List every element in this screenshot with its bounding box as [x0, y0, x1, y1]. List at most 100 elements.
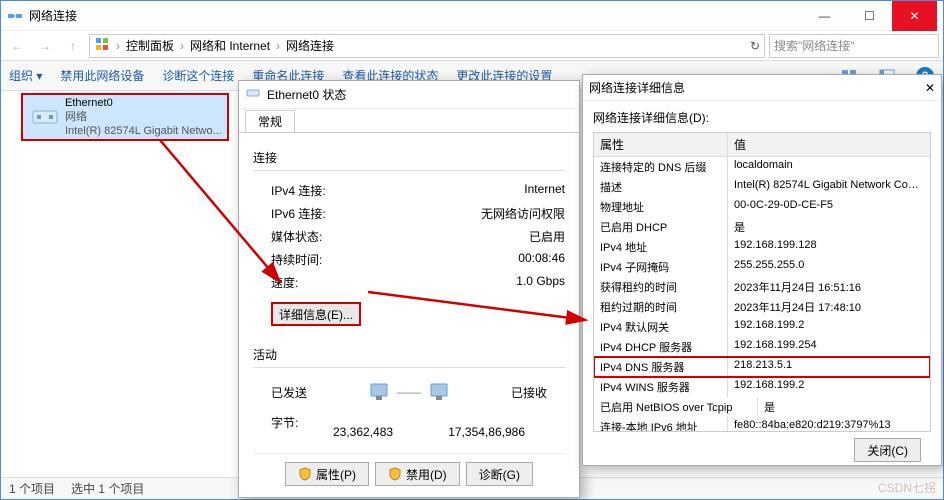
- col-property[interactable]: 属性: [594, 133, 728, 156]
- breadcrumb-cp[interactable]: 控制面板: [126, 37, 174, 54]
- refresh-icon[interactable]: ↻: [750, 39, 760, 53]
- prop-value: 2023年11月24日 17:48:10: [728, 297, 930, 317]
- disable-button[interactable]: 禁用(D): [375, 462, 460, 486]
- prop-key: 已启用 NetBIOS over Tcpip: [594, 397, 758, 417]
- table-row[interactable]: IPv4 默认网关192.168.199.2: [594, 317, 930, 337]
- table-row[interactable]: 连接特定的 DNS 后缀localdomain: [594, 157, 930, 177]
- prop-key: 物理地址: [594, 197, 728, 217]
- status-value: 00:08:46: [518, 251, 565, 268]
- status-count: 1 个项目: [9, 480, 55, 497]
- details-close-btn[interactable]: 关闭(C): [854, 438, 921, 462]
- adapter-icon: [25, 97, 65, 137]
- bytes-sent: 23,362,483: [333, 425, 393, 439]
- tb-disable[interactable]: 禁用此网络设备: [60, 67, 144, 84]
- label-sent: 已发送: [271, 384, 307, 401]
- table-row[interactable]: IPv4 地址192.168.199.128: [594, 237, 930, 257]
- prop-value: Intel(R) 82574L Gigabit Network Connect: [728, 177, 930, 197]
- prop-key: 描述: [594, 177, 728, 197]
- table-row[interactable]: 已启用 DHCP是: [594, 217, 930, 237]
- status-row: 速度:1.0 Gbps: [253, 271, 565, 294]
- prop-key: 连接-本地 IPv6 地址: [594, 417, 728, 432]
- prop-key: IPv4 默认网关: [594, 317, 728, 337]
- maximize-button[interactable]: ☐: [847, 1, 892, 31]
- prop-value: fe80::84ba:e820:d219:3797%13: [728, 417, 930, 432]
- connection-text: Ethernet0 网络 Intel(R) 82574L Gigabit Net…: [65, 96, 225, 138]
- back-button[interactable]: ←: [5, 34, 29, 58]
- status-row: 持续时间: 00:08:46: [253, 248, 565, 271]
- activity-sep: ——: [397, 385, 421, 399]
- table-row[interactable]: IPv4 WINS 服务器192.168.199.2: [594, 377, 930, 397]
- prop-key: IPv4 DHCP 服务器: [594, 337, 728, 357]
- address-bar: ← → ↑ › 控制面板 › 网络和 Internet › 网络连接 ↻ 搜索"…: [1, 31, 943, 61]
- status-key: IPv6 连接:: [253, 205, 326, 222]
- connection-desc: Intel(R) 82574L Gigabit Netwo...: [65, 124, 225, 138]
- prop-value: 是: [758, 397, 930, 417]
- status-dialog-title: Ethernet0 状态: [239, 81, 579, 109]
- status-value: 已启用: [529, 228, 565, 245]
- table-row[interactable]: 物理地址00-0C-29-0D-CE-F5: [594, 197, 930, 217]
- search-placeholder: 搜索"网络连接": [774, 37, 855, 54]
- status-key: IPv4 连接:: [253, 182, 326, 199]
- minimize-button[interactable]: —: [802, 1, 847, 31]
- details-dialog-title: 网络连接详细信息: [589, 79, 685, 96]
- details-button[interactable]: 详细信息(E)...: [271, 302, 361, 326]
- forward-button[interactable]: →: [33, 34, 57, 58]
- table-row[interactable]: IPv4 DHCP 服务器192.168.199.254: [594, 337, 930, 357]
- table-row[interactable]: 获得租约的时间2023年11月24日 16:51:16: [594, 277, 930, 297]
- prop-key: IPv4 WINS 服务器: [594, 377, 728, 397]
- prop-value: 218.213.5.1: [728, 357, 930, 377]
- breadcrumb-conn[interactable]: 网络连接: [286, 37, 334, 54]
- bytes-label: 字节:: [271, 414, 298, 431]
- breadcrumb-sep: ›: [180, 39, 184, 53]
- breadcrumb-net[interactable]: 网络和 Internet: [190, 37, 270, 54]
- prop-value: 255.255.255.0: [728, 257, 930, 277]
- table-row[interactable]: 连接-本地 IPv6 地址fe80::84ba:e820:d219:3797%1…: [594, 417, 930, 432]
- details-dialog: 网络连接详细信息 ✕ 网络连接详细信息(D): 属性 值 连接特定的 DNS 后…: [582, 74, 942, 466]
- window-title: 网络连接: [29, 7, 802, 24]
- col-value[interactable]: 值: [728, 133, 930, 156]
- status-value: 1.0 Gbps: [516, 274, 565, 291]
- details-label: 网络连接详细信息(D):: [593, 109, 931, 126]
- tb-diagnose[interactable]: 诊断这个连接: [162, 67, 234, 84]
- breadcrumb[interactable]: › 控制面板 › 网络和 Internet › 网络连接 ↻: [89, 34, 765, 58]
- cp-icon: [94, 36, 110, 55]
- connection-item[interactable]: Ethernet0 网络 Intel(R) 82574L Gigabit Net…: [21, 93, 229, 141]
- table-row[interactable]: IPv4 DNS 服务器218.213.5.1: [594, 357, 930, 377]
- close-button[interactable]: ✕: [892, 1, 937, 31]
- prop-key: 连接特定的 DNS 后缀: [594, 157, 728, 177]
- connection-name: Ethernet0: [65, 96, 225, 110]
- prop-value: 2023年11月24日 16:51:16: [728, 277, 930, 297]
- status-value: Internet: [524, 182, 565, 199]
- status-row: IPv4 连接: Internet: [253, 179, 565, 202]
- tb-organize[interactable]: 组织 ▾: [9, 67, 42, 84]
- diagnose-button[interactable]: 诊断(G): [466, 462, 533, 486]
- table-row[interactable]: IPv4 子网掩码255.255.255.0: [594, 257, 930, 277]
- table-row[interactable]: 描述Intel(R) 82574L Gigabit Network Connec…: [594, 177, 930, 197]
- details-table: 属性 值 连接特定的 DNS 后缀localdomain描述Intel(R) 8…: [593, 132, 931, 432]
- adapter-small-icon: [245, 85, 261, 104]
- table-row[interactable]: 租约过期的时间2023年11月24日 17:48:10: [594, 297, 930, 317]
- activity-icons: ——: [367, 382, 451, 402]
- search-input[interactable]: 搜索"网络连接": [769, 34, 939, 58]
- prop-key: IPv4 子网掩码: [594, 257, 728, 277]
- section-connection: 连接: [253, 149, 565, 166]
- tab-general[interactable]: 常规: [245, 110, 295, 132]
- prop-value: 00-0C-29-0D-CE-F5: [728, 197, 930, 217]
- label-recv: 已接收: [511, 384, 547, 401]
- prop-value: 192.168.199.128: [728, 237, 930, 257]
- prop-value: 192.168.199.2: [728, 377, 930, 397]
- prop-key: 已启用 DHCP: [594, 217, 728, 237]
- status-tabstrip: 常规: [239, 109, 579, 133]
- properties-button[interactable]: 属性(P): [285, 462, 369, 486]
- prop-key: 租约过期的时间: [594, 297, 728, 317]
- table-row[interactable]: 已启用 NetBIOS over Tcpip是: [594, 397, 930, 417]
- status-row: IPv6 连接: 无网络访问权限: [253, 202, 565, 225]
- prop-value: localdomain: [728, 157, 930, 177]
- status-key: 持续时间:: [253, 251, 322, 268]
- connection-network: 网络: [65, 110, 225, 124]
- up-button[interactable]: ↑: [61, 34, 85, 58]
- status-value: 无网络访问权限: [481, 205, 565, 222]
- breadcrumb-sep: ›: [116, 39, 120, 53]
- prop-value: 192.168.199.2: [728, 317, 930, 337]
- details-close-button[interactable]: ✕: [925, 81, 935, 95]
